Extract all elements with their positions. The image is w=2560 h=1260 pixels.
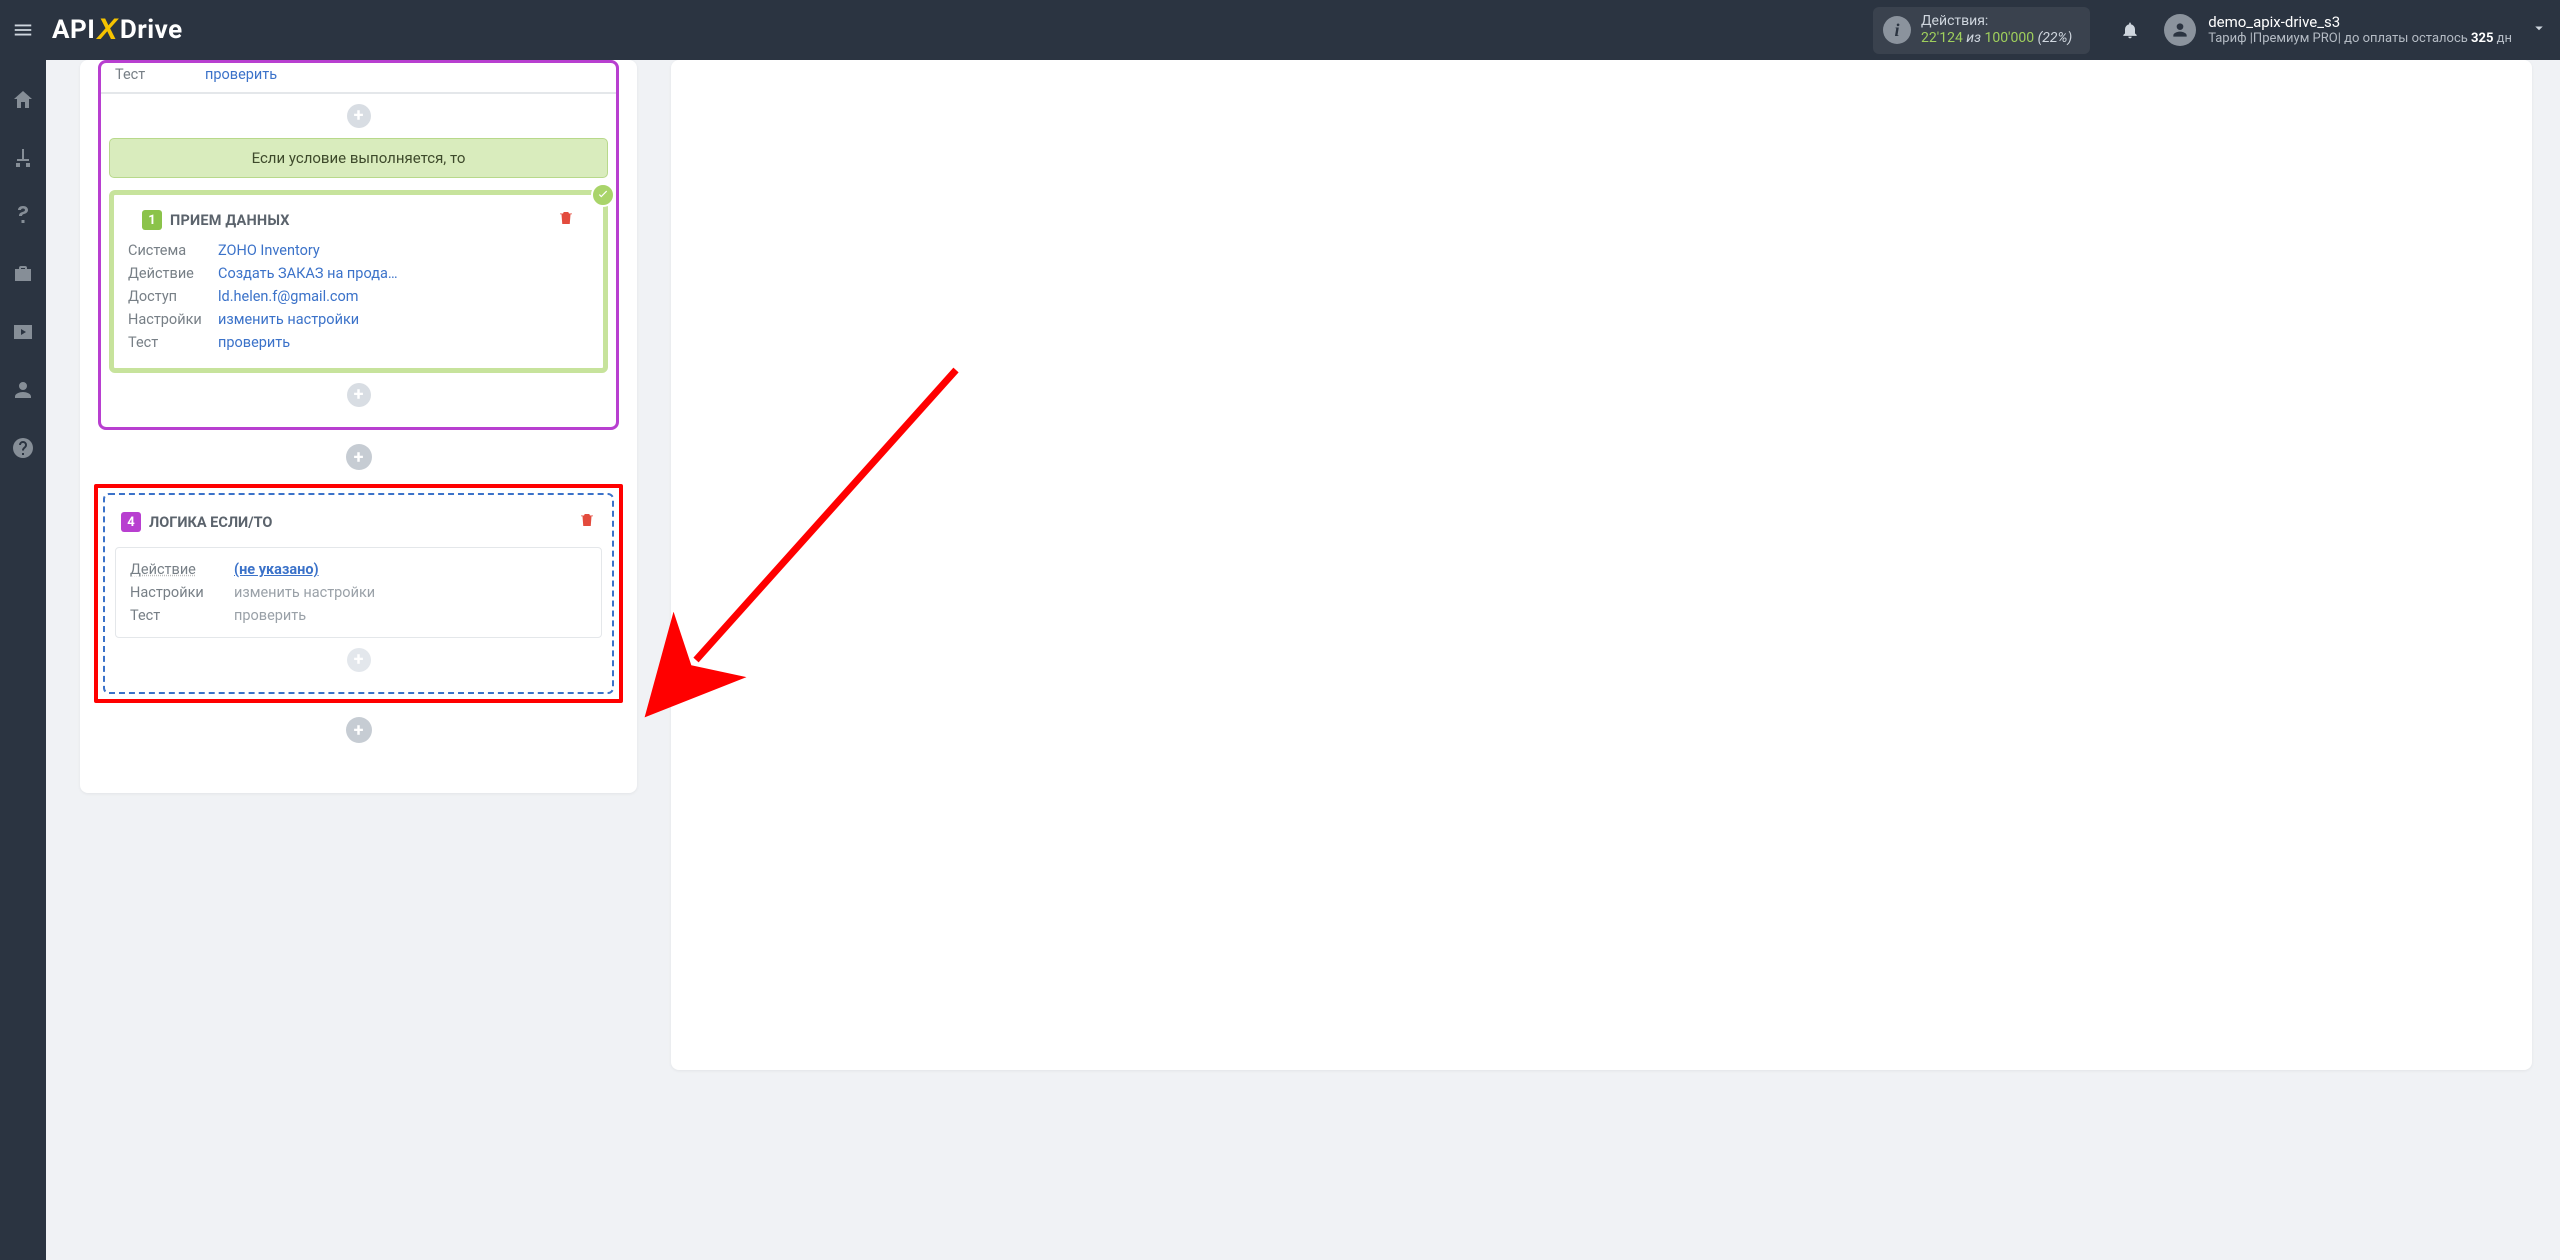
info-icon: i (1883, 16, 1911, 44)
add-step-button[interactable]: + (347, 104, 371, 128)
briefcase-icon[interactable] (11, 262, 35, 286)
test-link[interactable]: проверить (205, 66, 277, 83)
add-step-button[interactable]: + (347, 648, 371, 672)
content-area (671, 60, 2532, 1070)
profile-icon[interactable] (11, 378, 35, 402)
main: Тест проверить + Если условие выполняетс… (46, 60, 2560, 1260)
delete-block-button[interactable] (578, 511, 596, 533)
condition-true-bar: Если условие выполняется, то (109, 138, 608, 178)
settings-link[interactable]: изменить настройки (218, 311, 359, 328)
help-icon[interactable] (11, 436, 35, 460)
logo-drive: Drive (120, 15, 183, 45)
check-badge-icon (591, 183, 615, 207)
row-key-test: Тест (115, 63, 205, 86)
notifications-button[interactable] (2110, 20, 2150, 40)
prev-block-tail: Тест проверить (101, 63, 616, 94)
plan-info: Тариф |Премиум PRO| до оплаты осталось 3… (2208, 31, 2512, 47)
add-branch-button[interactable]: + (346, 444, 372, 470)
test-link[interactable]: проверить (218, 334, 290, 351)
trash-icon (578, 511, 596, 529)
username: demo_apix-drive_s3 (2208, 13, 2512, 32)
video-icon[interactable] (11, 320, 35, 344)
workflow-card: Тест проверить + Если условие выполняетс… (80, 60, 637, 793)
actions-counter[interactable]: i Действия: 22'124 из 100'000 (22%) (1873, 7, 2090, 54)
action-link[interactable]: Создать ЗАКАЗ на продажу (218, 265, 398, 282)
block-title: ЛОГИКА ЕСЛИ/ТО (149, 514, 272, 531)
actions-value: 22'124 из 100'000 (22%) (1921, 30, 2072, 48)
avatar-icon (2164, 14, 2196, 46)
workflow-panel: Тест проверить + Если условие выполняетс… (46, 60, 671, 829)
logic-action-empty-link[interactable]: (не указано) (234, 561, 319, 578)
home-icon[interactable] (11, 88, 35, 112)
logo-api: API (52, 15, 95, 45)
chevron-down-icon (2530, 19, 2548, 37)
menu-toggle[interactable] (0, 0, 46, 60)
connections-icon[interactable] (11, 146, 35, 170)
trash-icon (557, 209, 575, 227)
logo[interactable]: API X Drive (52, 13, 183, 47)
logic-block[interactable]: 4 ЛОГИКА ЕСЛИ/ТО Действие(не указано) На… (103, 493, 614, 694)
system-link[interactable]: ZOHO Inventory (218, 242, 320, 259)
hamburger-icon (12, 19, 34, 41)
block-number: 4 (121, 512, 141, 532)
user-menu-chevron[interactable] (2530, 19, 2548, 41)
billing-icon[interactable] (11, 204, 35, 228)
delete-block-button[interactable] (557, 209, 575, 231)
bell-icon (2120, 20, 2140, 40)
logic-test-disabled: проверить (234, 607, 306, 624)
add-step-button[interactable]: + (347, 383, 371, 407)
highlight-box: 4 ЛОГИКА ЕСЛИ/ТО Действие(не указано) На… (94, 484, 623, 703)
app-header: API X Drive i Действия: 22'124 из 100'00… (0, 0, 2560, 60)
access-link[interactable]: ld.helen.f@gmail.com (218, 288, 359, 305)
block-number: 1 (142, 210, 162, 230)
logic-settings-disabled: изменить настройки (234, 584, 375, 601)
user-menu[interactable]: demo_apix-drive_s3 Тариф |Премиум PRO| д… (2164, 13, 2512, 48)
actions-label: Действия: (1921, 13, 2072, 31)
logo-x: X (97, 13, 118, 47)
receive-data-block[interactable]: 1 ПРИЕМ ДАННЫХ СистемаZOHO Inventory Дей… (109, 190, 608, 373)
block-title: ПРИЕМ ДАННЫХ (170, 212, 290, 229)
sidebar (0, 60, 46, 1260)
branch-container: Тест проверить + Если условие выполняетс… (98, 60, 619, 430)
add-branch-button[interactable]: + (346, 717, 372, 743)
